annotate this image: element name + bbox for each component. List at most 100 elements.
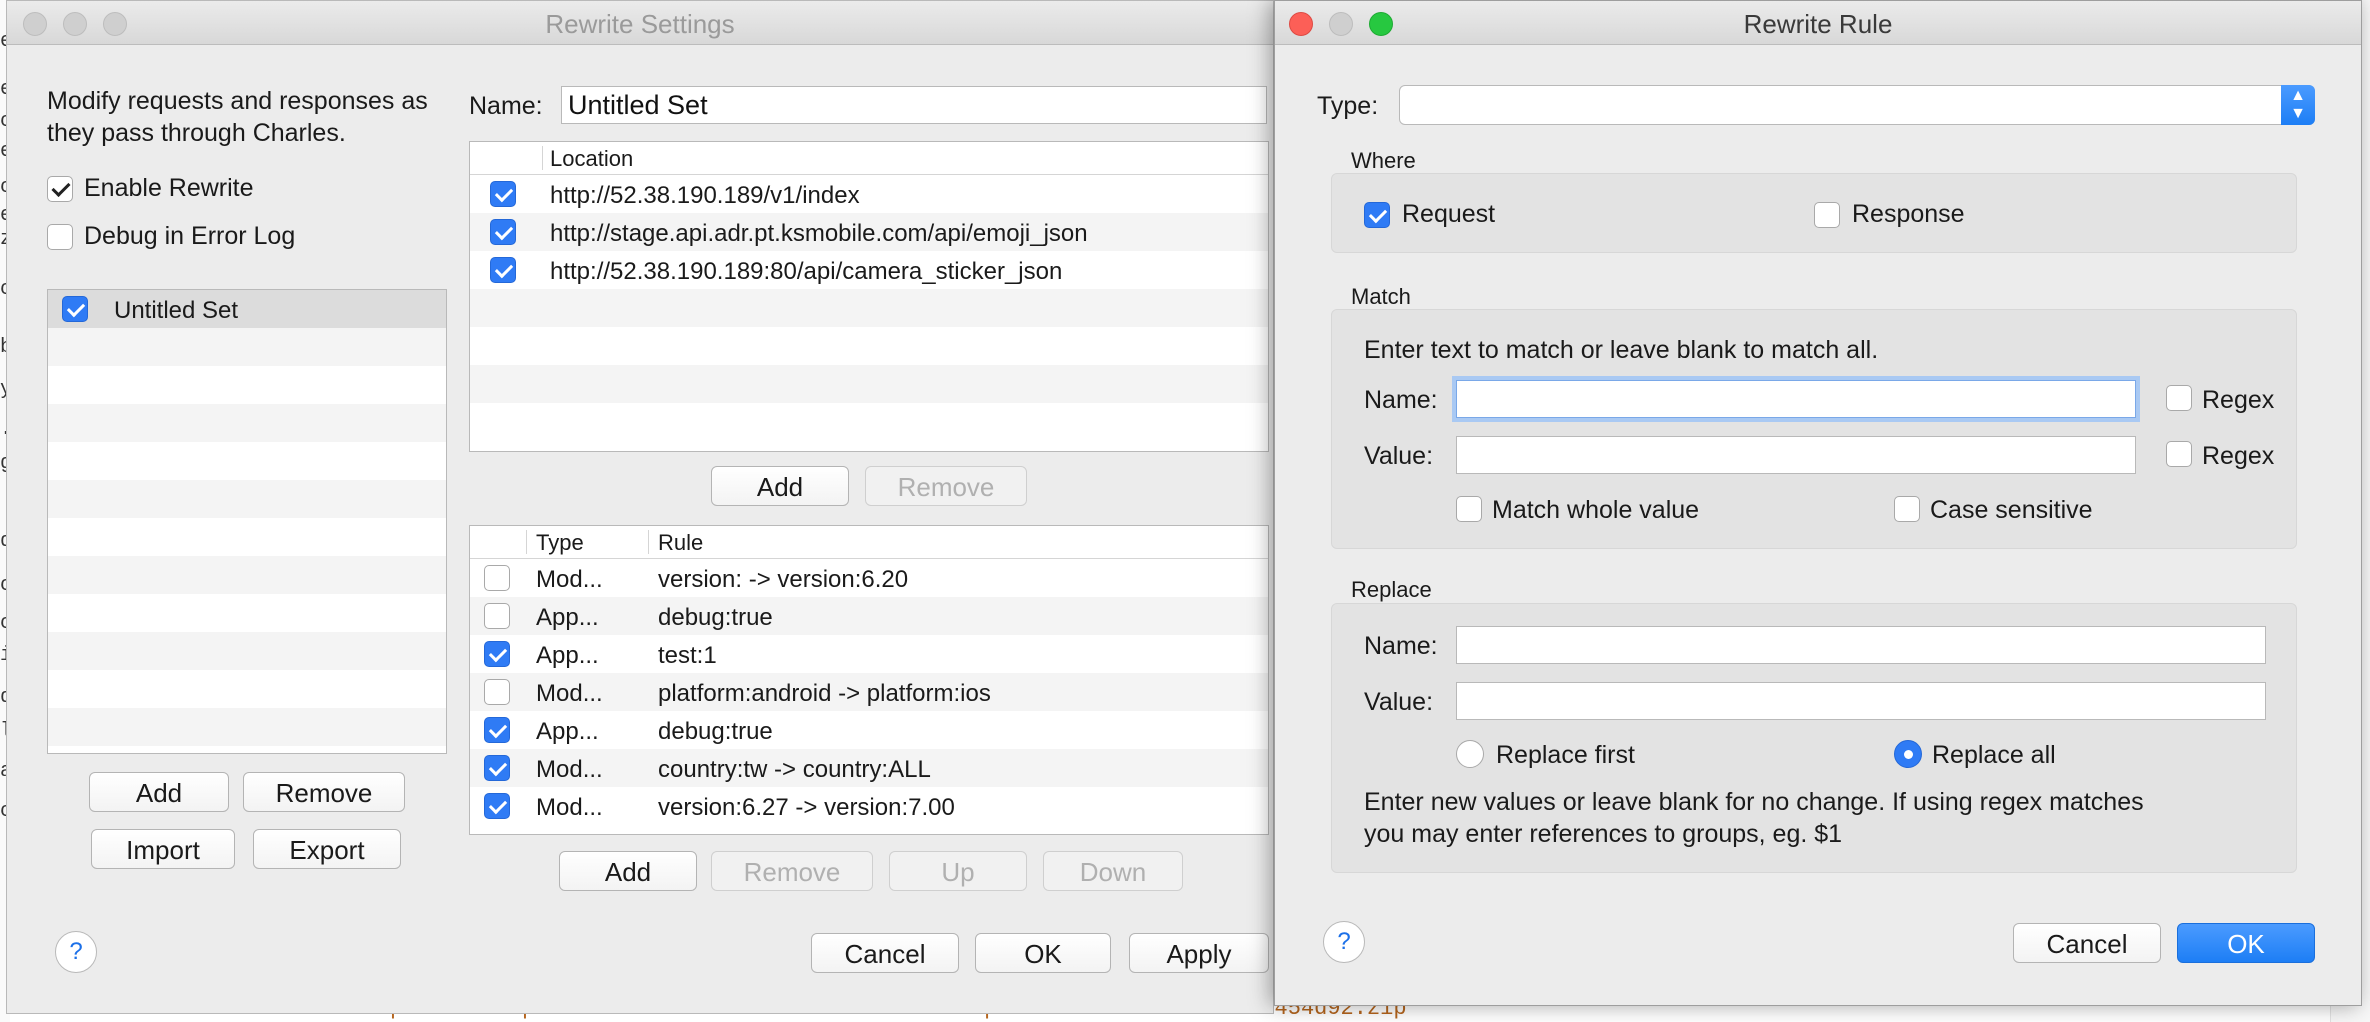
set-checkbox[interactable]	[62, 296, 88, 322]
rule-type: Mod...	[536, 756, 603, 783]
type-column-header[interactable]: Type	[536, 530, 584, 556]
add-location-button[interactable]: Add	[711, 466, 849, 506]
name-regex-label: Regex	[2202, 386, 2275, 414]
help-icon[interactable]: ?	[1323, 921, 1365, 963]
add-set-button[interactable]: Add	[89, 772, 229, 812]
replace-group: Name: Value: Replace first Replace all E…	[1331, 603, 2297, 873]
table-row[interactable]: Mod... version: -> version:6.20	[470, 559, 1268, 597]
location-url: http://52.38.190.189/v1/index	[550, 182, 860, 209]
rule-checkbox[interactable]	[484, 565, 510, 591]
down-button[interactable]: Down	[1043, 851, 1183, 891]
remove-set-button[interactable]: Remove	[243, 772, 405, 812]
table-row[interactable]: App... debug:true	[470, 711, 1268, 749]
ok-button[interactable]: OK	[2177, 923, 2315, 963]
column-separator	[542, 146, 543, 170]
rule-type: App...	[536, 604, 599, 631]
rule-text: version:6.27 -> version:7.00	[658, 794, 955, 821]
list-item	[48, 518, 446, 556]
replace-value-input[interactable]	[1456, 682, 2266, 720]
rule-text: country:tw -> country:ALL	[658, 756, 931, 783]
sets-list: Untitled Set	[47, 289, 447, 754]
import-button[interactable]: Import	[91, 829, 235, 869]
chevron-updown-icon: ▲ ▼	[2281, 85, 2315, 125]
rule-text: debug:true	[658, 604, 773, 631]
table-row[interactable]: http://stage.api.adr.pt.ksmobile.com/api…	[470, 213, 1268, 251]
rule-type: Mod...	[536, 566, 603, 593]
match-whole-label: Match whole value	[1492, 496, 1700, 524]
add-rule-button[interactable]: Add	[559, 851, 697, 891]
ok-button[interactable]: OK	[975, 933, 1111, 973]
value-regex-checkbox[interactable]	[2166, 441, 2192, 467]
rule-text: version: -> version:6.20	[658, 566, 909, 593]
location-column-header[interactable]: Location	[550, 146, 633, 172]
help-icon[interactable]: ?	[55, 931, 97, 973]
table-row[interactable]: Mod... version:6.27 -> version:7.00	[470, 787, 1268, 825]
match-name-input[interactable]	[1456, 380, 2136, 418]
where-title: Where	[1351, 148, 1416, 173]
name-regex-checkbox[interactable]	[2166, 385, 2192, 411]
list-item	[48, 366, 446, 404]
location-checkbox[interactable]	[490, 181, 516, 207]
request-checkbox[interactable]	[1364, 202, 1390, 228]
rule-checkbox[interactable]	[484, 717, 510, 743]
debug-log-label: Debug in Error Log	[84, 222, 296, 250]
remove-rule-button[interactable]: Remove	[711, 851, 873, 891]
type-select[interactable]: ▲ ▼	[1399, 85, 2315, 125]
list-item	[48, 594, 446, 632]
table-row[interactable]: Mod... platform:android -> platform:ios	[470, 673, 1268, 711]
rule-checkbox[interactable]	[484, 793, 510, 819]
description-text: Modify requests and responses as they pa…	[47, 87, 428, 147]
list-item[interactable]: Untitled Set	[48, 290, 446, 328]
up-button[interactable]: Up	[889, 851, 1027, 891]
table-row[interactable]: App... test:1	[470, 635, 1268, 673]
window-title: Rewrite Settings	[545, 9, 735, 39]
list-item	[48, 328, 446, 366]
case-sensitive-checkbox[interactable]	[1894, 496, 1920, 522]
location-checkbox[interactable]	[490, 257, 516, 283]
table-row[interactable]: App... debug:true	[470, 597, 1268, 635]
apply-button[interactable]: Apply	[1129, 933, 1269, 973]
match-value-input[interactable]	[1456, 436, 2136, 474]
table-row[interactable]: http://52.38.190.189:80/api/camera_stick…	[470, 251, 1268, 289]
match-title: Match	[1351, 284, 1411, 309]
value-regex-label: Regex	[2202, 442, 2275, 470]
replace-first-label: Replace first	[1496, 741, 1635, 769]
table-row[interactable]: http://52.38.190.189/v1/index	[470, 175, 1268, 213]
list-item	[48, 404, 446, 442]
rule-checkbox[interactable]	[484, 679, 510, 705]
replace-all-radio[interactable]	[1894, 740, 1922, 768]
rule-text: debug:true	[658, 718, 773, 745]
rule-column-header[interactable]: Rule	[658, 530, 703, 556]
table-row	[470, 327, 1268, 365]
set-name-field[interactable]: Untitled Set	[561, 86, 1267, 124]
rule-checkbox[interactable]	[484, 755, 510, 781]
settings-titlebar: Rewrite Settings	[7, 1, 1273, 45]
remove-location-button[interactable]: Remove	[865, 466, 1027, 506]
rules-header: Type Rule	[470, 526, 1268, 559]
cancel-button[interactable]: Cancel	[811, 933, 959, 973]
export-button[interactable]: Export	[253, 829, 401, 869]
location-url: http://52.38.190.189:80/api/camera_stick…	[550, 258, 1063, 285]
rule-text: platform:android -> platform:ios	[658, 680, 991, 707]
rule-checkbox[interactable]	[484, 641, 510, 667]
replace-first-radio[interactable]	[1456, 740, 1484, 768]
match-value-label: Value:	[1364, 442, 1434, 470]
table-row	[470, 289, 1268, 327]
response-checkbox[interactable]	[1814, 202, 1840, 228]
replace-value-label: Value:	[1364, 688, 1434, 716]
enable-rewrite-checkbox[interactable]	[47, 176, 73, 202]
cancel-button[interactable]: Cancel	[2013, 923, 2161, 963]
table-row[interactable]: Mod... country:tw -> country:ALL	[470, 749, 1268, 787]
match-whole-checkbox[interactable]	[1456, 496, 1482, 522]
rule-checkbox[interactable]	[484, 603, 510, 629]
rewrite-settings-window: Rewrite Settings Modify requests and res…	[6, 0, 1274, 1014]
location-checkbox[interactable]	[490, 219, 516, 245]
enable-rewrite-label: Enable Rewrite	[84, 174, 254, 202]
rule-text: test:1	[658, 642, 717, 669]
location-url: http://stage.api.adr.pt.ksmobile.com/api…	[550, 220, 1088, 247]
debug-log-checkbox[interactable]	[47, 224, 73, 250]
name-label: Name:	[469, 92, 543, 120]
replace-hint-line2: you may enter references to groups, eg. …	[1364, 820, 1843, 848]
replace-name-input[interactable]	[1456, 626, 2266, 664]
match-group: Enter text to match or leave blank to ma…	[1331, 309, 2297, 549]
